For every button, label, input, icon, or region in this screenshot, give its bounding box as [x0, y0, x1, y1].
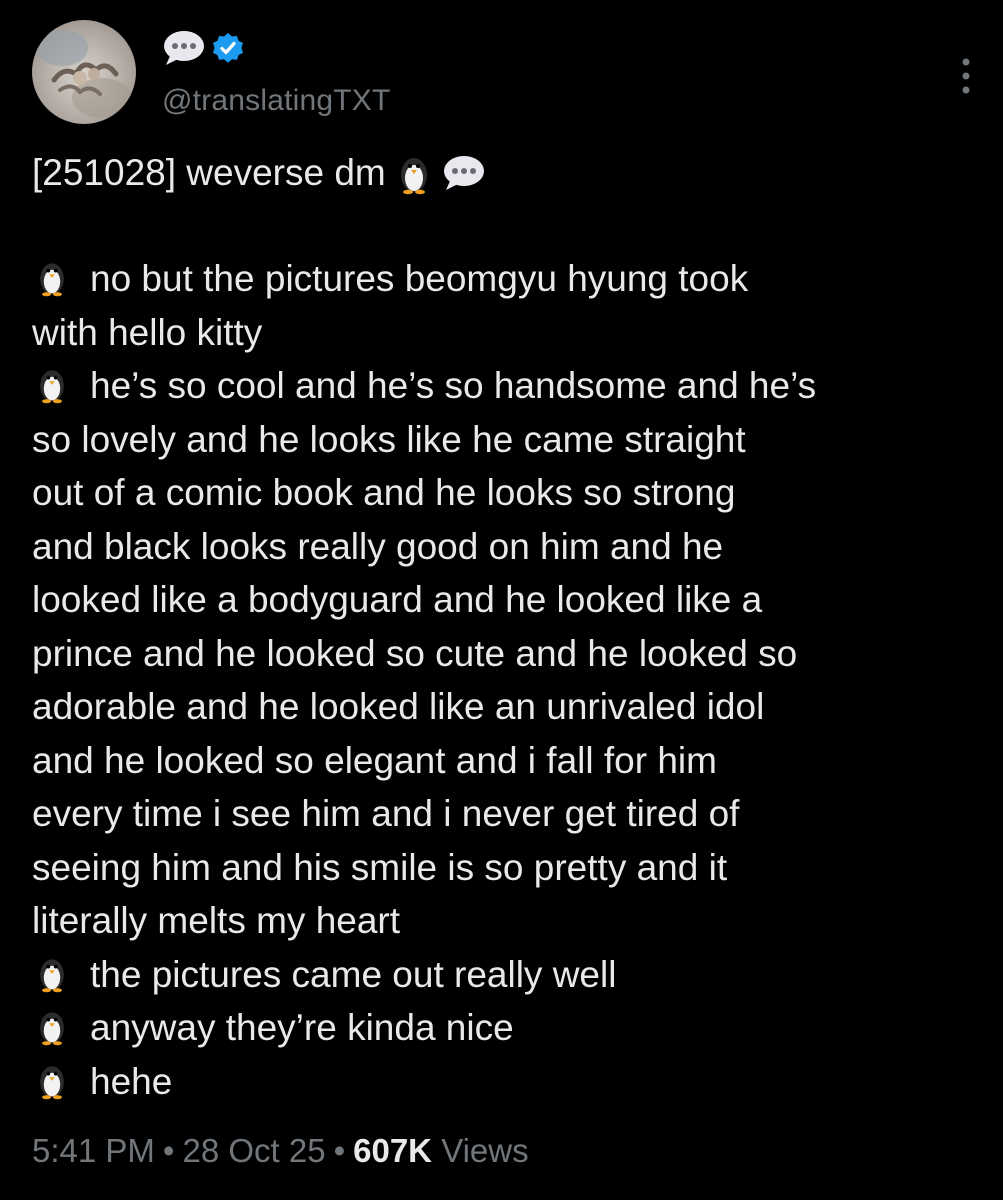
tweet-line: the pictures came out really well	[32, 948, 972, 1002]
tweet-line-text: literally melts my heart	[32, 900, 401, 941]
more-options-icon[interactable]	[956, 56, 976, 96]
penguin-icon	[40, 263, 64, 297]
tweet-line: looked like a bodyguard and he looked li…	[32, 573, 972, 627]
tweet-title-text: [251028] weverse dm	[32, 152, 386, 193]
tweet-date[interactable]: 28 Oct 25	[182, 1132, 325, 1169]
tweet-line-text: prince and he looked so cute and he look…	[32, 632, 798, 674]
avatar[interactable]	[32, 20, 136, 124]
verified-badge-icon	[213, 33, 243, 63]
views-count: 607K	[353, 1132, 433, 1169]
tweet-line: out of a comic book and he looks so stro…	[32, 466, 972, 520]
tweet-line-text: he’s so cool and he’s so handsome and he…	[90, 365, 817, 406]
tweet-line-text: with hello kitty	[32, 311, 263, 353]
tweet-line: hehe	[32, 1055, 972, 1109]
tweet-line-text: and black looks really good on him and h…	[32, 525, 724, 567]
tweet-line-text: seeing him and his smile is so pretty an…	[32, 846, 728, 888]
meta-separator: •	[333, 1132, 346, 1169]
tweet-meta: 5:41 PM • 28 Oct 25 • 607K Views	[32, 1132, 529, 1170]
display-name[interactable]	[162, 26, 244, 70]
penguin-icon	[40, 958, 64, 992]
tweet-line: anyway they’re kinda nice	[32, 1001, 972, 1055]
tweet-line: literally melts my heart	[32, 894, 972, 948]
meta-separator: •	[162, 1132, 175, 1169]
tweet-line-text: adorable and he looked like an unrivaled…	[32, 686, 765, 727]
account-handle[interactable]: @translatingTXT	[162, 84, 391, 118]
tweet-line: every time i see him and i never get tir…	[32, 787, 972, 841]
tweet-line: adorable and he looked like an unrivaled…	[32, 680, 972, 734]
tweet-line-text: the pictures came out really well	[90, 953, 617, 995]
tweet-line: no but the pictures beomgyu hyung took	[32, 252, 972, 306]
penguin-icon	[40, 370, 64, 404]
tweet-line-text: anyway they’re kinda nice	[90, 1007, 514, 1048]
penguin-icon	[400, 158, 427, 195]
avatar-photo	[36, 30, 132, 118]
tweet-line-text: and he looked so elegant and i fall for …	[32, 739, 717, 781]
tweet-line: prince and he looked so cute and he look…	[32, 627, 972, 681]
tweet-line-text: so lovely and he looks like he came stra…	[32, 418, 746, 460]
tweet-line: he’s so cool and he’s so handsome and he…	[32, 359, 972, 413]
tweet-line-text: hehe	[90, 1060, 173, 1102]
tweet-title: [251028] weverse dm	[32, 146, 486, 200]
tweet-line: seeing him and his smile is so pretty an…	[32, 841, 972, 895]
speech-bubble-icon	[443, 156, 484, 190]
tweet-header: @translatingTXT	[32, 20, 972, 130]
tweet-time[interactable]: 5:41 PM	[32, 1132, 155, 1169]
speech-bubble-icon	[164, 31, 204, 65]
penguin-icon	[40, 1012, 64, 1046]
tweet-line: with hello kitty	[32, 306, 972, 360]
tweet-line: and he looked so elegant and i fall for …	[32, 734, 972, 788]
views-label: Views	[441, 1132, 529, 1169]
penguin-icon	[40, 1065, 64, 1099]
tweet-line-text: looked like a bodyguard and he looked li…	[32, 579, 763, 620]
tweet-line-text: out of a comic book and he looks so stro…	[32, 472, 736, 513]
tweet-line-text: no but the pictures beomgyu hyung took	[90, 258, 749, 299]
tweet-line-text: every time i see him and i never get tir…	[32, 793, 740, 834]
tweet-line: and black looks really good on him and h…	[32, 520, 972, 574]
tweet-line: so lovely and he looks like he came stra…	[32, 413, 972, 467]
tweet-body: no but the pictures beomgyu hyung took wi…	[32, 252, 972, 1108]
